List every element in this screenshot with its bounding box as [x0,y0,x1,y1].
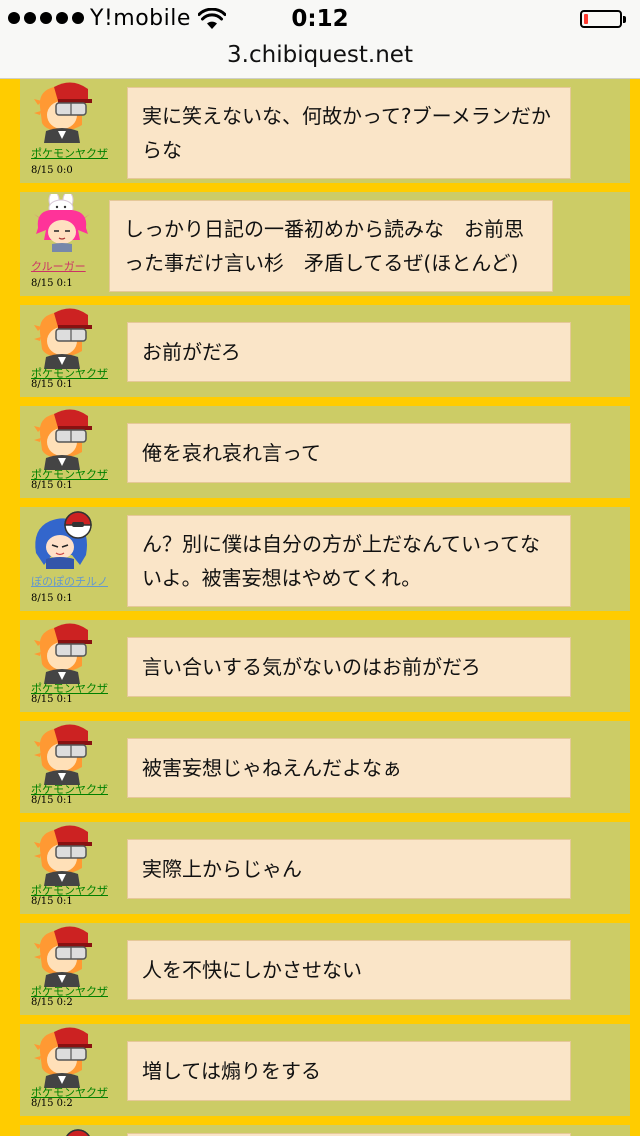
message-text: 人を不快にしかさせない [142,958,362,982]
message-text: しっかり日記の一番初めから読みな お前思った事だけ言い杉 矛盾してるぜ(ほとんど… [124,217,524,275]
pokemon-yakuza-avatar-icon[interactable] [32,824,92,886]
chat-message-row: ぽのぽのチルノ 8/15 0:1 ん？別に僕は自分の方が上だなんていってないよ。被害… [20,507,630,611]
message-timestamp: 8/15 0:1 [31,694,73,705]
chat-message-row: ポケモンヤクザ 8/15 0:0 実に笑えないな、何故かって?ブーメランだからな [20,79,630,183]
cirno-avatar-icon[interactable] [32,1127,92,1136]
pokemon-yakuza-avatar-icon[interactable] [32,81,92,143]
message-bubble: 人を不快にしかさせない [127,940,571,1000]
message-timestamp: 8/15 0:1 [31,593,73,604]
message-timestamp: 8/15 0:1 [31,480,73,491]
message-timestamp: 8/15 0:1 [31,896,73,907]
message-bubble: 言い合いする気がないのはお前がだろ [127,637,571,697]
username-link[interactable]: クルーガー [31,258,86,274]
battery-icon [580,10,628,30]
pokemon-yakuza-avatar-icon[interactable] [32,622,92,684]
message-text: 増しては煽りをする [142,1059,321,1083]
message-bubble: 実際上からじゃん [127,839,571,899]
url-text[interactable]: 3.chibiquest.net [227,42,413,68]
message-text: 実に笑えないな、何故かって?ブーメランだからな [142,104,551,162]
url-bar[interactable]: 3.chibiquest.net [0,40,640,79]
kruger-avatar-icon[interactable] [32,194,92,256]
chat-message-row: ポケモンヤクザ 8/15 0:1 俺を哀れ哀れ言って [20,406,630,498]
chat-message-row: ポケモンヤクザ 8/15 0:2 増しては煽りをする [20,1024,630,1116]
message-bubble: 俺を哀れ哀れ言って [127,423,571,483]
username-link[interactable]: ポケモンヤクザ [31,145,108,161]
battery-level-fill [584,14,588,24]
message-bubble: 実に笑えないな、何故かって?ブーメランだからな [127,87,571,179]
message-text: ん？別に僕は自分の方が上だなんていってないよ。被害妄想はやめてくれ。 [142,532,540,590]
message-bubble: 増しては煽りをする [127,1041,571,1101]
pokemon-yakuza-avatar-icon[interactable] [32,925,92,987]
status-bar: Y!mobile 0:12 [0,0,640,40]
chat-message-row: ポケモンヤクザ 8/15 0:1 言い合いする気がないのはお前がだろ [20,620,630,712]
message-text: 実際上からじゃん [142,857,302,881]
message-timestamp: 8/15 0:1 [31,795,73,806]
message-bubble: しっかり日記の一番初めから読みな お前思った事だけ言い杉 矛盾してるぜ(ほとんど… [109,200,553,292]
message-timestamp: 8/15 0:1 [31,278,73,289]
message-timestamp: 8/15 0:0 [31,165,73,176]
pokemon-yakuza-avatar-icon[interactable] [32,723,92,785]
message-timestamp: 8/15 0:1 [31,379,73,390]
pokemon-yakuza-avatar-icon[interactable] [32,1026,92,1088]
message-bubble: 被害妄想じゃねえんだよなぁ [127,738,571,798]
chat-message-row-partial [20,1125,630,1136]
message-timestamp: 8/15 0:2 [31,1098,73,1109]
message-text: 言い合いする気がないのはお前がだろ [142,655,481,679]
username-link[interactable]: ぽのぽのチルノ [31,573,108,589]
chat-page: ポケモンヤクザ 8/15 0:0 実に笑えないな、何故かって?ブーメランだからなクル… [0,79,640,1136]
message-text: 被害妄想じゃねえんだよなぁ [142,756,402,780]
pokemon-yakuza-avatar-icon[interactable] [32,408,92,470]
chat-message-row: ポケモンヤクザ 8/15 0:1 実際上からじゃん [20,822,630,914]
cirno-avatar-icon[interactable] [32,509,92,571]
chat-message-row: ポケモンヤクザ 8/15 0:1 被害妄想じゃねえんだよなぁ [20,721,630,813]
message-text: お前がだろ [142,340,241,364]
status-clock: 0:12 [291,6,349,32]
message-bubble: お前がだろ [127,322,571,382]
message-bubble: ん？別に僕は自分の方が上だなんていってないよ。被害妄想はやめてくれ。 [127,515,571,607]
chat-message-row: クルーガー 8/15 0:1 しっかり日記の一番初めから読みな お前思った事だけ言い… [20,192,630,296]
chat-message-row: ポケモンヤクザ 8/15 0:2 人を不快にしかさせない [20,923,630,1015]
pokemon-yakuza-avatar-icon[interactable] [32,307,92,369]
message-text: 俺を哀れ哀れ言って [142,441,321,465]
message-timestamp: 8/15 0:2 [31,997,73,1008]
chat-message-row: ポケモンヤクザ 8/15 0:1 お前がだろ [20,305,630,397]
